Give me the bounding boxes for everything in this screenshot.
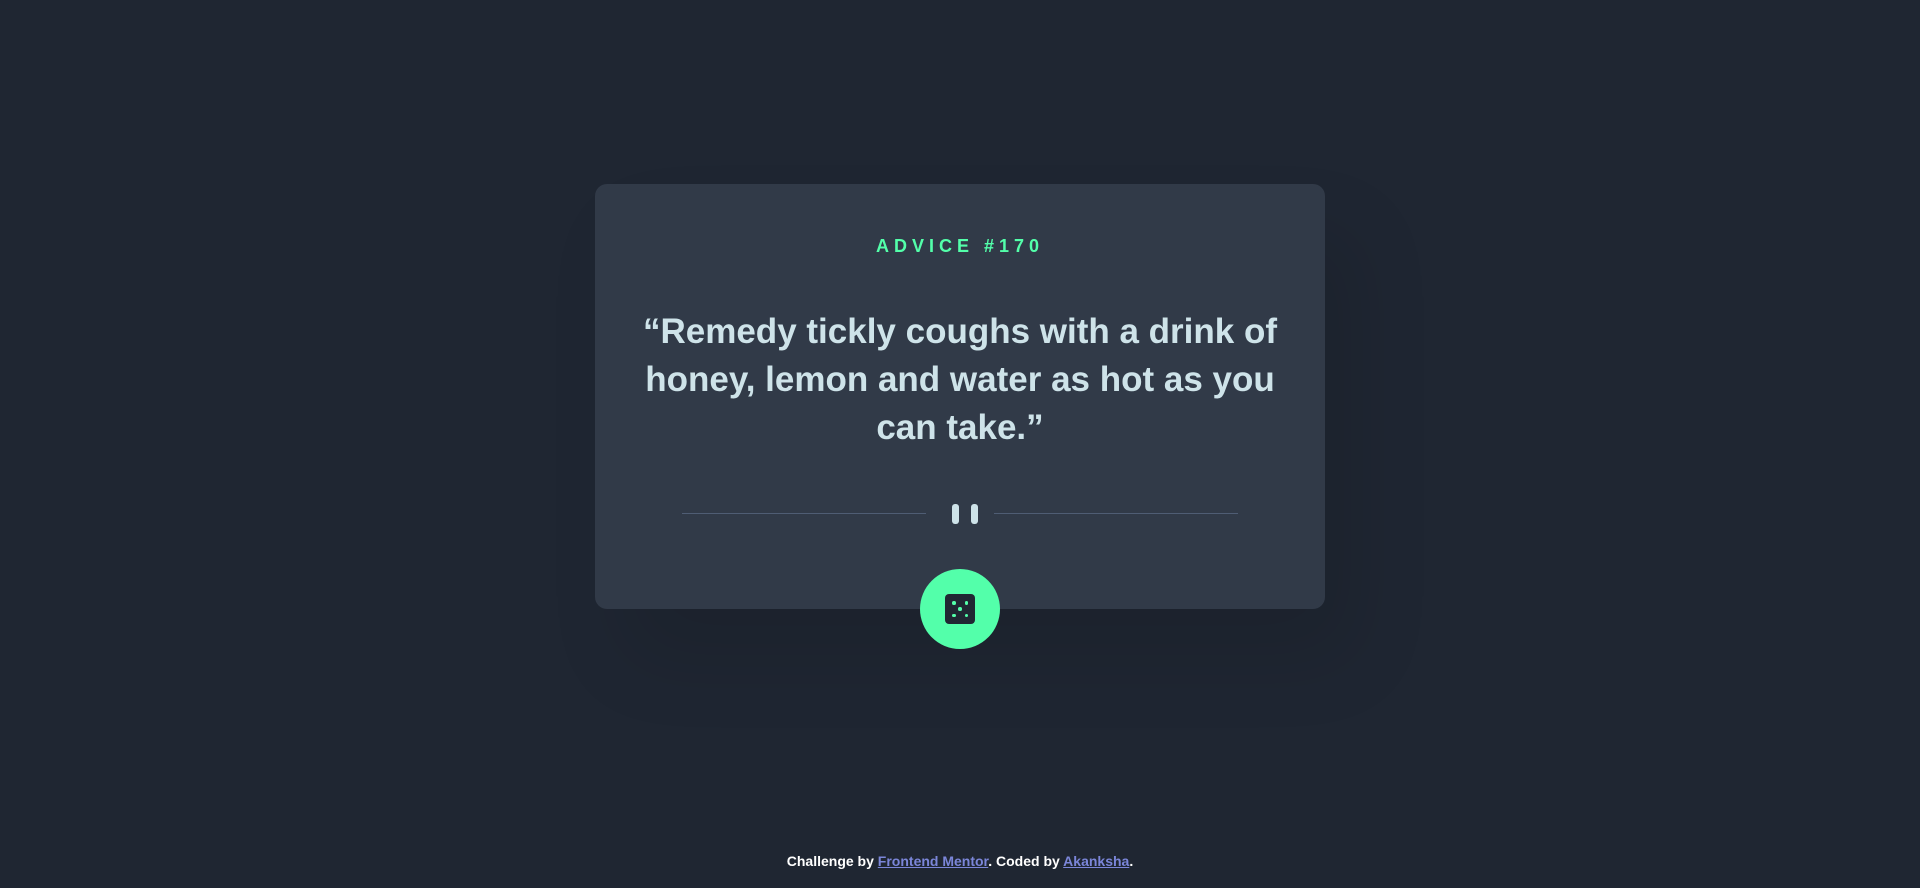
attribution-footer: Challenge by Frontend Mentor. Coded by A… [0,853,1920,869]
dice-icon [945,594,975,624]
pause-icon [952,504,978,524]
advice-card: ADVICE #170 “Remedy tickly coughs with a… [595,184,1325,609]
author-link[interactable]: Akanksha [1063,853,1129,869]
divider-line-left [682,513,926,514]
advice-id: ADVICE #170 [875,236,1045,256]
page: ADVICE #170 “Remedy tickly coughs with a… [0,0,1920,888]
generate-advice-button[interactable] [920,569,1000,649]
footer-middle: . Coded by [988,853,1064,869]
footer-suffix: . [1129,853,1134,869]
divider-line-right [994,513,1238,514]
footer-prefix: Challenge by [786,853,878,869]
frontend-mentor-link[interactable]: Frontend Mentor [878,853,988,869]
divider [682,502,1238,526]
advice-quote: “Remedy tickly coughs with a drink of ho… [642,312,1278,447]
